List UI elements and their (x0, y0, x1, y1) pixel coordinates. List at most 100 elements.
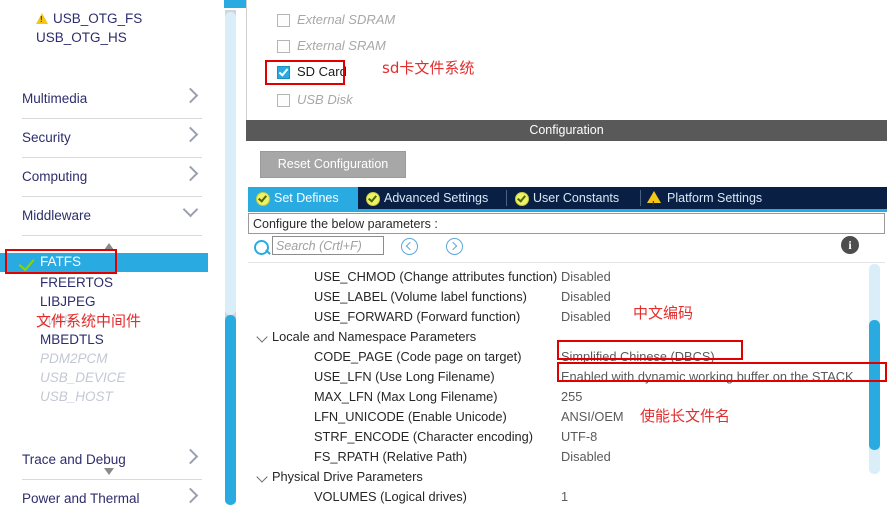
tab-set-defines[interactable]: Set Defines (248, 187, 358, 209)
parameter-list-scrollbar-thumb[interactable] (869, 320, 880, 450)
chevron-left-icon (405, 241, 415, 250)
middleware-label: LIBJPEG (40, 294, 96, 309)
sidebar-item-mbedtls[interactable]: MBEDTLS (0, 331, 208, 350)
configuration-tabs: Set Defines Advanced Settings User Const… (248, 187, 887, 216)
tabs-underline (248, 209, 887, 212)
search-input[interactable] (272, 236, 384, 255)
annotation-note-sd-card: sd卡文件系统 (382, 59, 475, 77)
search-next-button[interactable] (446, 238, 463, 255)
sidebar-ip-label: USB_OTG_HS (36, 30, 127, 45)
parameter-group-label: Locale and Namespace Parameters (272, 329, 477, 344)
sidebar-scrollbar-thumb[interactable] (225, 315, 236, 505)
chevron-right-icon (448, 241, 458, 250)
tab-label: Set Defines (274, 191, 339, 205)
checkbox-box-icon (277, 94, 290, 107)
category-label: Trace and Debug (22, 452, 126, 467)
table-row[interactable]: USE_CHMOD (Change attributes function) D… (248, 268, 885, 287)
sidebar-category-security[interactable]: Security (22, 123, 202, 158)
parameter-value: Disabled (561, 269, 611, 284)
configuration-header-title: Configuration (246, 120, 887, 141)
checkbox-label: USB Disk (297, 92, 353, 107)
sidebar-item-usb-device[interactable]: USB_DEVICE (0, 369, 208, 388)
parameter-value: Disabled (561, 309, 611, 324)
warning-triangle-icon (36, 13, 48, 24)
annotation-box-fatfs (5, 249, 117, 274)
table-row[interactable]: STRF_ENCODE (Character encoding) UTF-8 (248, 428, 885, 447)
table-row[interactable]: USE_FORWARD (Forward function) Disabled (248, 308, 885, 327)
parameter-value: UTF-8 (561, 429, 598, 444)
middleware-label: USB_DEVICE (40, 370, 126, 385)
category-label: Middleware (22, 208, 92, 223)
annotation-box-code-page (557, 340, 743, 360)
sidebar-item-pdm2pcm[interactable]: PDM2PCM (0, 350, 208, 369)
annotation-box-use-lfn (557, 362, 887, 382)
search-prev-button[interactable] (401, 238, 418, 255)
category-label: Security (22, 130, 71, 145)
top-band-accent-right (224, 0, 246, 8)
sidebar-ip-usb-otg-hs[interactable]: USB_OTG_HS (36, 30, 127, 45)
parameter-name: CODE_PAGE (Code page on target) (314, 349, 522, 364)
checkbox-label: External SDRAM (297, 12, 396, 27)
annotation-note-use-lfn: 使能长文件名 (640, 407, 731, 425)
middleware-label: MBEDTLS (40, 332, 104, 347)
warning-triangle-icon (647, 191, 661, 216)
sidebar-category-middleware[interactable]: Middleware (22, 201, 202, 236)
sidebar-scrollbar-track-fill[interactable] (225, 12, 236, 315)
parameter-name: MAX_LFN (Max Long Filename) (314, 389, 498, 404)
category-label: Computing (22, 169, 88, 184)
table-row[interactable]: USE_LABEL (Volume label functions) Disab… (248, 288, 885, 307)
checkbox-box-icon (277, 40, 290, 53)
sidebar-ip-usb-otg-fs[interactable]: USB_OTG_FS (36, 11, 142, 26)
parameter-value: 1 (561, 489, 569, 504)
tab-user-constants[interactable]: User Constants (507, 187, 641, 209)
configure-hint-text: Configure the below parameters : (253, 217, 438, 231)
configure-hint-box: Configure the below parameters : (248, 213, 885, 234)
tab-label: Platform Settings (667, 191, 763, 205)
chevron-down-icon (182, 201, 199, 218)
sidebar-category-multimedia[interactable]: Multimedia (22, 84, 202, 119)
chevron-right-icon (182, 165, 199, 182)
parameter-group-label: Physical Drive Parameters (272, 469, 423, 484)
middleware-label: USB_HOST (40, 389, 113, 404)
parameter-name: USE_LFN (Use Long Filename) (314, 369, 495, 384)
search-row: i (248, 236, 885, 260)
parameter-value: 255 (561, 389, 583, 404)
category-label: Power and Thermal (22, 491, 140, 506)
sidebar-ip-label: USB_OTG_FS (53, 11, 143, 26)
parameter-group-physical-drive[interactable]: Physical Drive Parameters (248, 468, 885, 487)
sidebar-category-trace-and-debug[interactable]: Trace and Debug (22, 445, 202, 480)
tab-platform-settings[interactable]: Platform Settings (641, 187, 782, 216)
sidebar-category-computing[interactable]: Computing (22, 162, 202, 197)
sidebar-category-power-and-thermal[interactable]: Power and Thermal (22, 484, 202, 507)
middleware-label: PDM2PCM (40, 351, 108, 366)
tab-advanced-settings[interactable]: Advanced Settings (358, 187, 507, 209)
reset-configuration-button[interactable]: Reset Configuration (260, 151, 406, 178)
table-row[interactable]: FS_RPATH (Relative Path) Disabled (248, 448, 885, 467)
sidebar-item-usb-host[interactable]: USB_HOST (0, 388, 208, 407)
chevron-right-icon (182, 487, 199, 504)
category-label: Multimedia (22, 91, 88, 106)
parameter-list: USE_CHMOD (Change attributes function) D… (248, 262, 885, 508)
parameter-name: LFN_UNICODE (Enable Unicode) (314, 409, 507, 424)
parameter-name: FS_RPATH (Relative Path) (314, 449, 468, 464)
check-circle-icon (256, 192, 270, 206)
parameter-name: STRF_ENCODE (Character encoding) (314, 429, 534, 444)
annotation-note-fatfs: 文件系统中间件 (36, 312, 142, 330)
annotation-note-code-page: 中文编码 (633, 304, 694, 322)
app-root: USB_OTG_FS USB_OTG_HS Multimedia Securit… (0, 0, 887, 508)
tab-label: User Constants (533, 191, 620, 205)
chevron-right-icon (182, 448, 199, 465)
search-icon (254, 240, 269, 255)
table-row[interactable]: VOLUMES (Logical drives) 1 (248, 488, 885, 507)
chevron-down-icon (256, 331, 268, 343)
parameter-name: USE_FORWARD (Forward function) (314, 309, 521, 324)
parameter-name: USE_CHMOD (Change attributes function) (314, 269, 558, 284)
checkbox-box-icon (277, 14, 290, 27)
check-circle-icon (366, 192, 380, 206)
table-row[interactable]: LFN_UNICODE (Enable Unicode) ANSI/OEM (248, 408, 885, 427)
chevron-right-icon (182, 126, 199, 143)
sidebar-item-freertos[interactable]: FREERTOS (0, 274, 208, 293)
table-row[interactable]: MAX_LFN (Max Long Filename) 255 (248, 388, 885, 407)
info-icon[interactable]: i (841, 236, 859, 254)
middleware-label: FREERTOS (40, 275, 114, 290)
